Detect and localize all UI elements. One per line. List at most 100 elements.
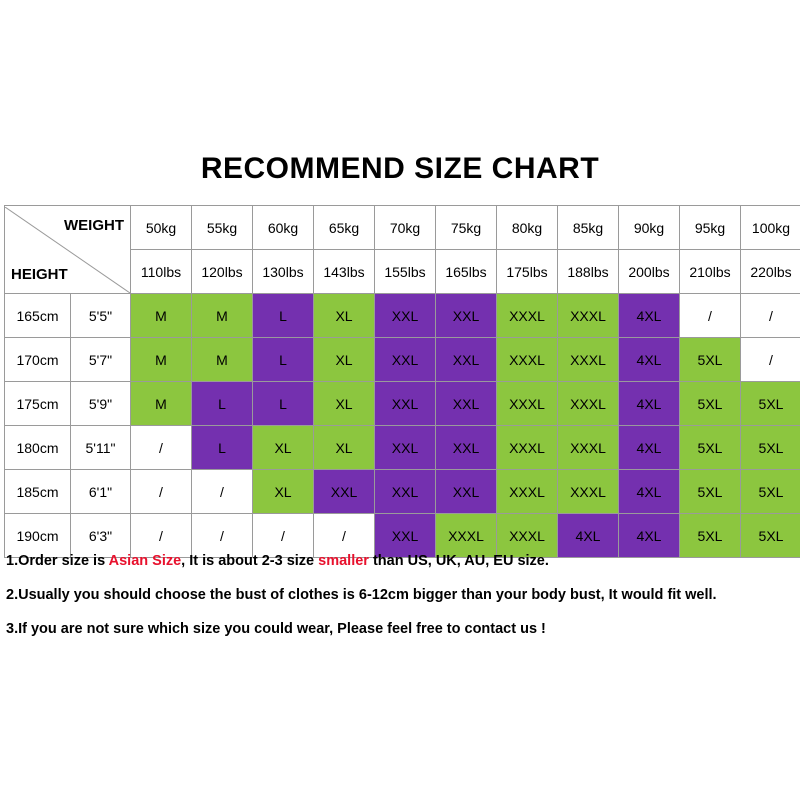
size-cell: XXL xyxy=(374,293,436,338)
weight-kg-header: 80kg xyxy=(496,205,558,250)
height-ft-header: 6'3" xyxy=(70,513,131,558)
size-cell: / xyxy=(313,513,375,558)
size-cell: XL xyxy=(313,381,375,426)
table-row: 175cm 5'9" M L L XL XXL XXL XXXL XXXL 4XL 5XL 5XL xyxy=(4,381,800,426)
size-cell: 4XL xyxy=(618,381,680,426)
weight-lbs-header: 110lbs xyxy=(130,249,192,294)
height-cm-header: 180cm xyxy=(4,425,71,470)
size-chart-page: Largeban RECOMMEND SIZE CHART WEIGHT xyxy=(0,0,800,800)
size-cell: L xyxy=(191,425,253,470)
size-cell: L xyxy=(191,381,253,426)
size-cell: L xyxy=(252,293,314,338)
note-text: 1.Order size is xyxy=(6,553,109,569)
size-cell: / xyxy=(130,425,192,470)
weight-lbs-header: 200lbs xyxy=(618,249,680,294)
size-cell: XXL xyxy=(374,381,436,426)
size-cell: 5XL xyxy=(740,381,800,426)
size-cell: / xyxy=(679,293,741,338)
size-cell: XXL xyxy=(374,337,436,382)
size-cell: M xyxy=(130,381,192,426)
table-row: 180cm 5'11" / L XL XL XXL XXL XXXL XXXL 4XL 5XL 5XL xyxy=(4,425,800,470)
size-cell: / xyxy=(191,469,253,514)
header-row-kg: WEIGHT HEIGHT 50kg 55kg 60kg 65kg 70kg 7… xyxy=(4,205,800,294)
size-cell: XXL xyxy=(435,293,497,338)
height-axis-label: HEIGHT xyxy=(11,265,68,283)
size-chart-body: WEIGHT HEIGHT 50kg 55kg 60kg 65kg 70kg 7… xyxy=(4,205,800,558)
weight-kg-header: 95kg xyxy=(679,205,741,250)
size-cell: XXL xyxy=(435,337,497,382)
note-highlight-text: Asian Size xyxy=(108,553,182,569)
note-highlight-text: smaller xyxy=(318,553,369,569)
size-cell: XXL xyxy=(374,513,436,558)
size-cell: XXXL xyxy=(496,425,558,470)
size-cell: XL xyxy=(313,293,375,338)
size-cell: XL xyxy=(252,425,314,470)
weight-lbs-header: 175lbs xyxy=(496,249,558,294)
size-cell: XXXL xyxy=(557,293,619,338)
size-cell: L xyxy=(252,381,314,426)
page-title: RECOMMEND SIZE CHART xyxy=(200,152,600,185)
height-cm-header: 185cm xyxy=(4,469,71,514)
size-cell: XXL xyxy=(435,425,497,470)
size-cell: 4XL xyxy=(618,337,680,382)
weight-lbs-header: 188lbs xyxy=(557,249,619,294)
table-row: 170cm 5'7" M M L XL XXL XXL XXXL XXXL 4XL 5XL / xyxy=(4,337,800,382)
note-text: 2.Usually you should choose the bust of … xyxy=(6,586,717,603)
size-cell: 4XL xyxy=(618,469,680,514)
size-cell: 4XL xyxy=(557,513,619,558)
size-cell: / xyxy=(130,513,192,558)
table-row: 185cm 6'1" / / XL XXL XXL XXL XXXL XXXL 4XL 5XL 5XL xyxy=(4,469,800,514)
height-ft-header: 5'11" xyxy=(70,425,131,470)
size-cell: XXXL xyxy=(496,513,558,558)
weight-kg-header: 75kg xyxy=(435,205,497,250)
size-cell: 4XL xyxy=(618,513,680,558)
size-cell: XXXL xyxy=(496,293,558,338)
height-ft-header: 5'7" xyxy=(70,337,131,382)
size-cell: M xyxy=(191,337,253,382)
notes-section: 1.Order size is Asian Size, It is about … xyxy=(6,553,796,656)
size-cell: 5XL xyxy=(679,381,741,426)
size-cell: / xyxy=(252,513,314,558)
size-cell: 5XL xyxy=(740,469,800,514)
weight-lbs-header: 120lbs xyxy=(191,249,253,294)
weight-kg-header: 65kg xyxy=(313,205,375,250)
table-row: 165cm 5'5" M M L XL XXL XXL XXXL XXXL 4XL / / xyxy=(4,293,800,338)
size-cell: 5XL xyxy=(740,425,800,470)
note-line: 1.Order size is Asian Size, It is about … xyxy=(6,553,796,570)
axis-corner-cell: WEIGHT HEIGHT xyxy=(4,205,131,294)
size-cell: XXXL xyxy=(496,469,558,514)
size-cell: 5XL xyxy=(679,513,741,558)
height-ft-header: 6'1" xyxy=(70,469,131,514)
note-text: , It is about 2-3 size xyxy=(181,553,319,569)
size-chart-table: WEIGHT HEIGHT 50kg 55kg 60kg 65kg 70kg 7… xyxy=(4,205,800,558)
size-cell: XXXL xyxy=(496,381,558,426)
size-cell: / xyxy=(130,469,192,514)
size-cell: XXXL xyxy=(557,381,619,426)
height-cm-header: 190cm xyxy=(4,513,71,558)
size-cell: / xyxy=(740,293,800,338)
size-cell: / xyxy=(191,513,253,558)
height-cm-header: 175cm xyxy=(4,381,71,426)
size-cell: / xyxy=(740,337,800,382)
height-ft-header: 5'9" xyxy=(70,381,131,426)
size-chart-table-container: WEIGHT HEIGHT 50kg 55kg 60kg 65kg 70kg 7… xyxy=(4,205,800,558)
size-cell: XXL xyxy=(435,381,497,426)
weight-kg-header: 70kg xyxy=(374,205,436,250)
weight-lbs-header: 165lbs xyxy=(435,249,497,294)
size-cell: M xyxy=(130,337,192,382)
weight-kg-header: 90kg xyxy=(618,205,680,250)
weight-lbs-header: 220lbs xyxy=(740,249,800,294)
size-cell: M xyxy=(191,293,253,338)
weight-lbs-header: 210lbs xyxy=(679,249,741,294)
size-cell: XXXL xyxy=(557,469,619,514)
note-text: than US, UK, AU, EU size. xyxy=(368,553,549,569)
weight-lbs-header: 155lbs xyxy=(374,249,436,294)
size-cell: XL xyxy=(313,425,375,470)
weight-lbs-header: 143lbs xyxy=(313,249,375,294)
size-cell: 5XL xyxy=(740,513,800,558)
size-cell: M xyxy=(130,293,192,338)
table-row: 190cm 6'3" / / / / XXL XXXL XXXL 4XL 4XL 5XL 5XL xyxy=(4,513,800,558)
height-cm-header: 165cm xyxy=(4,293,71,338)
size-cell: XXL xyxy=(313,469,375,514)
note-line: 3.If you are not sure which size you cou… xyxy=(6,621,796,638)
